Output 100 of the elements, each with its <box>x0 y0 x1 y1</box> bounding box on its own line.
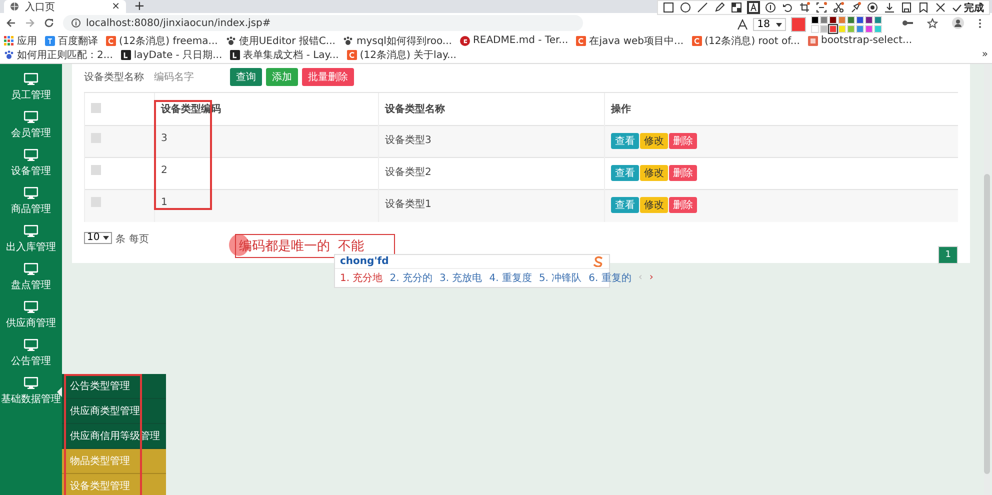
check-icon <box>952 4 962 12</box>
l-letter-icon <box>120 50 131 60</box>
bookmark[interactable]: mysql如何得到roo... <box>343 34 452 47</box>
sidebar-item[interactable]: 盘点管理 <box>0 258 62 296</box>
edit-button[interactable]: 修改 <box>640 165 668 181</box>
color-swatch[interactable] <box>829 25 837 33</box>
color-swatch[interactable] <box>856 16 864 24</box>
bookmark[interactable]: layDate - 只日期... <box>120 48 222 61</box>
color-swatch[interactable] <box>865 25 873 33</box>
color-swatch[interactable] <box>820 16 828 24</box>
bookmark-icon[interactable] <box>918 2 929 13</box>
checkbox[interactable] <box>91 133 101 143</box>
view-button[interactable]: 查看 <box>611 133 639 149</box>
bookmark[interactable]: 应用 <box>4 34 37 47</box>
color-swatch[interactable] <box>874 25 882 33</box>
new-tab-button[interactable]: + <box>134 1 145 13</box>
color-swatch[interactable] <box>820 25 828 33</box>
download-icon[interactable] <box>884 2 895 13</box>
color-swatch[interactable] <box>838 16 846 24</box>
record-icon[interactable] <box>867 2 878 13</box>
color-swatch[interactable] <box>811 16 819 24</box>
sidebar-item[interactable]: 设备管理 <box>0 144 62 182</box>
reload-icon[interactable] <box>44 18 54 28</box>
candidate[interactable]: 2. 充分的 <box>390 270 432 284</box>
more-bookmarks-button[interactable]: » <box>982 49 988 60</box>
bookmark[interactable]: 使用UEditor 报错C... <box>226 34 336 47</box>
sidebar-item[interactable]: 会员管理 <box>0 106 62 144</box>
bookmark[interactable]: README.md - Ter... <box>460 34 568 47</box>
bookmark[interactable]: (12条消息) freema... <box>106 34 218 47</box>
submenu-item[interactable]: 公告类型管理 <box>62 374 166 399</box>
checkbox[interactable] <box>91 197 101 207</box>
checkbox[interactable] <box>91 102 101 112</box>
color-swatch[interactable] <box>838 25 846 33</box>
edit-button[interactable]: 修改 <box>640 133 668 149</box>
l-letter-icon <box>230 50 240 60</box>
delete-button[interactable]: 删除 <box>669 133 697 149</box>
crop-icon[interactable] <box>799 2 810 13</box>
done-button[interactable]: 完成 <box>952 0 984 14</box>
sidebar-item[interactable]: 公告管理 <box>0 334 62 372</box>
sidebar-item[interactable]: 出入库管理 <box>0 220 62 258</box>
color-swatch[interactable] <box>847 25 855 33</box>
view-button[interactable]: 查看 <box>611 197 639 213</box>
bookmark[interactable]: (12条消息) 关于lay... <box>346 48 456 61</box>
close-icon[interactable]: × <box>112 1 120 12</box>
g-letter-icon <box>460 36 470 46</box>
candidate[interactable]: 3. 充放电 <box>439 270 482 284</box>
candidate[interactable]: 1. 充分地 <box>340 270 383 284</box>
query-button[interactable]: 查询 <box>230 68 262 86</box>
color-swatch[interactable] <box>856 25 864 33</box>
bookmark[interactable]: 百度翻译 <box>45 34 98 47</box>
bookmark[interactable]: 表单集成文档 - Lay... <box>230 48 339 61</box>
scissors-icon[interactable] <box>833 2 844 13</box>
bookmark[interactable]: bootstrap-select... <box>808 34 912 47</box>
candidate[interactable]: 5. 冲锋队 <box>538 270 582 284</box>
page-size-select[interactable]: 10 <box>84 232 112 244</box>
numbered-marker-icon[interactable] <box>765 2 776 13</box>
sidebar-item[interactable]: 员工管理 <box>0 68 62 106</box>
page-button[interactable]: 1 <box>938 246 958 264</box>
pencil-icon[interactable] <box>714 2 725 13</box>
bookmark[interactable]: 如何用正则匹配：2... <box>4 48 113 61</box>
view-button[interactable]: 查看 <box>611 165 639 181</box>
scan-icon[interactable] <box>816 2 827 13</box>
sidebar-item[interactable]: 供应商管理 <box>0 296 62 334</box>
sidebar-item[interactable]: 基础数据管理 <box>0 372 62 410</box>
delete-button[interactable]: 删除 <box>669 197 697 213</box>
candidate[interactable]: 4. 重复度 <box>489 270 532 284</box>
key-icon[interactable] <box>902 19 913 27</box>
save-icon[interactable] <box>901 2 912 13</box>
circle-icon[interactable] <box>680 2 691 13</box>
undo-icon[interactable] <box>782 2 793 13</box>
line-icon[interactable] <box>697 2 708 13</box>
color-swatch[interactable] <box>811 25 819 33</box>
color-swatch[interactable] <box>865 16 873 24</box>
profile-icon[interactable] <box>952 17 964 29</box>
back-icon[interactable] <box>6 18 16 28</box>
delete-button[interactable]: 删除 <box>669 165 697 181</box>
star-icon[interactable] <box>927 18 938 28</box>
text-tool-icon[interactable] <box>748 2 759 13</box>
bookmark[interactable]: 在java web项目中... <box>576 34 684 47</box>
rectangle-icon[interactable] <box>663 2 674 13</box>
color-swatch[interactable] <box>829 16 837 24</box>
address-bar[interactable]: localhost:8080/jinxiaocun/index.jsp# <box>63 15 583 31</box>
browser-tab[interactable]: 入口页 × <box>4 0 126 13</box>
bookmark[interactable]: (12条消息) root of... <box>692 34 800 47</box>
pin-icon[interactable] <box>850 2 861 13</box>
color-swatch[interactable] <box>874 16 882 24</box>
add-button[interactable]: 添加 <box>266 68 298 86</box>
edit-button[interactable]: 修改 <box>640 197 668 213</box>
candidate[interactable]: 6. 重复的 <box>588 270 632 284</box>
close-icon[interactable] <box>935 2 946 13</box>
color-swatch[interactable] <box>847 16 855 24</box>
checkbox[interactable] <box>91 165 101 175</box>
apps-icon <box>4 36 14 46</box>
submenu-item[interactable]: 供应商类型管理 <box>62 399 166 424</box>
batch-delete-button[interactable]: 批量删除 <box>302 68 354 86</box>
menu-icon[interactable] <box>978 18 982 28</box>
font-size-select[interactable]: 18 <box>753 18 786 31</box>
mosaic-icon[interactable] <box>731 2 742 13</box>
next-page-button[interactable]: › <box>649 272 654 283</box>
sidebar-item[interactable]: 商品管理 <box>0 182 62 220</box>
